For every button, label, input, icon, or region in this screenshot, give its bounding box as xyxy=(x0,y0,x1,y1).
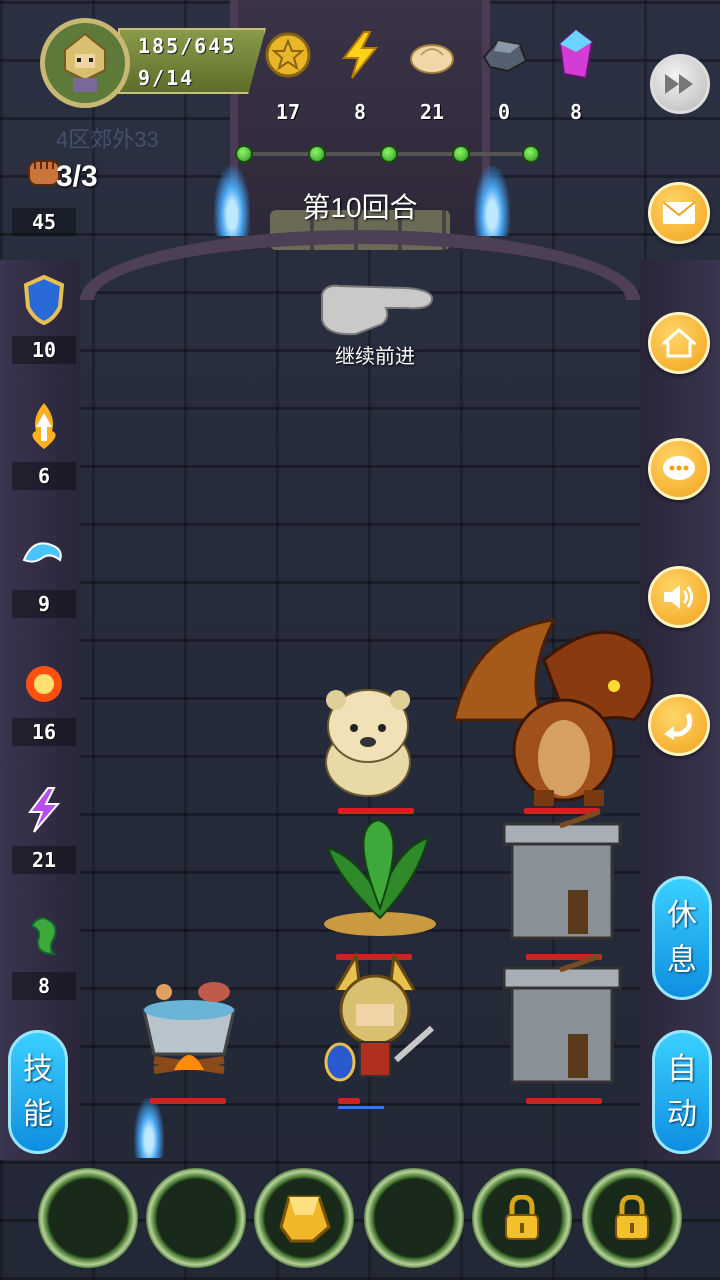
stage-dot xyxy=(235,145,253,163)
stat-value: 45 xyxy=(12,208,76,236)
fast-forward-icon xyxy=(665,74,693,94)
resource-food: 21 xyxy=(402,30,462,124)
shield-icon xyxy=(23,275,65,325)
blue-torch-icon xyxy=(214,166,250,236)
hero-mp-bar xyxy=(338,1106,384,1109)
stat-value: 10 xyxy=(12,336,76,364)
mandrake-plant[interactable] xyxy=(318,818,442,938)
arrow-tower-enemy[interactable] xyxy=(500,954,624,1086)
stat-value: 9 xyxy=(12,590,76,618)
energy-count: 8 xyxy=(353,100,367,124)
water-icon xyxy=(22,542,62,563)
gold-ingot-icon xyxy=(279,1195,331,1243)
fast-forward-button[interactable] xyxy=(650,54,710,114)
item-slot-3[interactable] xyxy=(254,1168,354,1268)
gold-count: 17 xyxy=(275,100,301,124)
resource-energy: 8 xyxy=(330,30,390,124)
knight-icon xyxy=(64,32,106,92)
stat-value: 6 xyxy=(12,462,76,490)
item-slot-6-locked[interactable] xyxy=(582,1168,682,1268)
round-label: 第10回合 xyxy=(302,192,418,223)
stat-value: 21 xyxy=(12,846,76,874)
iron-ore-icon xyxy=(482,39,528,73)
rest-button[interactable]: 休 息 xyxy=(652,876,712,1000)
blue-torch-icon xyxy=(134,1098,164,1158)
stage-dot xyxy=(380,145,398,163)
iron-count: 0 xyxy=(497,100,511,124)
player-level: 9/14 xyxy=(138,66,195,90)
resource-iron: 0 xyxy=(474,30,534,124)
continue-label: 继续前进 xyxy=(335,346,415,368)
stat-value: 8 xyxy=(12,972,76,1000)
player-hp: 185/645 xyxy=(138,34,237,58)
bear-hp-bar xyxy=(338,808,414,814)
auto-label-1: 自 xyxy=(667,1053,697,1086)
arrow-tower-enemy[interactable] xyxy=(500,810,624,942)
auto-button[interactable]: 自 动 xyxy=(652,1030,712,1154)
item-slot-4[interactable] xyxy=(364,1168,464,1268)
stat-water: 9 xyxy=(12,526,76,618)
skill-label-1: 技 xyxy=(23,1053,53,1086)
blue-torch-icon xyxy=(474,166,510,236)
stat-fireball: 16 xyxy=(12,654,76,746)
bear-cub-enemy[interactable] xyxy=(316,684,420,800)
mail-button[interactable] xyxy=(648,182,710,244)
stat-value: 16 xyxy=(12,718,76,746)
stat-fire-arrow: 6 xyxy=(12,398,76,490)
fist-count: 3/3 xyxy=(56,160,98,193)
item-slot-1[interactable] xyxy=(38,1168,138,1268)
lightning-purple-icon xyxy=(28,787,61,833)
rest-label-2: 息 xyxy=(667,944,697,977)
lightning-icon xyxy=(341,31,379,79)
stage-dot xyxy=(308,145,326,163)
pointing-hand-icon xyxy=(321,284,434,336)
poison-icon xyxy=(30,916,57,956)
home-icon xyxy=(662,328,696,358)
crystal-icon xyxy=(558,28,594,80)
stat-poison: 8 xyxy=(12,908,76,1000)
resource-gold: 17 xyxy=(258,30,318,124)
fireball-icon xyxy=(26,666,62,702)
skill-button[interactable]: 技 能 xyxy=(8,1030,68,1154)
campfire-cooking-pot[interactable] xyxy=(134,970,244,1088)
continue-button[interactable] xyxy=(316,280,436,340)
lock-icon xyxy=(505,1195,539,1240)
hero-hp-bar xyxy=(338,1098,360,1104)
player-avatar[interactable] xyxy=(40,18,130,108)
stage-dot xyxy=(452,145,470,163)
stat-lightning: 21 xyxy=(12,782,76,874)
knight-hero[interactable] xyxy=(316,950,434,1090)
crystal-count: 8 xyxy=(569,100,583,124)
item-slot-5-locked[interactable] xyxy=(472,1168,572,1268)
skill-label-2: 能 xyxy=(23,1098,53,1131)
item-slot-2[interactable] xyxy=(146,1168,246,1268)
campfire-hp-bar xyxy=(150,1098,226,1104)
rest-label-1: 休 xyxy=(667,899,697,932)
dragon-enemy[interactable] xyxy=(444,600,668,812)
stat-shield: 10 xyxy=(12,272,76,364)
stage-dot xyxy=(522,145,540,163)
lock-icon xyxy=(615,1195,649,1240)
chat-button[interactable] xyxy=(648,438,710,500)
mail-icon xyxy=(662,201,696,224)
fire-arrow-icon xyxy=(32,403,56,449)
chat-icon xyxy=(663,456,695,480)
auto-label-2: 动 xyxy=(667,1098,697,1131)
tower-hp-bar xyxy=(526,1098,602,1104)
food-count: 21 xyxy=(419,100,445,124)
home-button[interactable] xyxy=(648,312,710,374)
gold-coin-icon xyxy=(265,32,311,78)
resource-crystal: 8 xyxy=(546,28,606,124)
bun-icon xyxy=(410,44,454,74)
